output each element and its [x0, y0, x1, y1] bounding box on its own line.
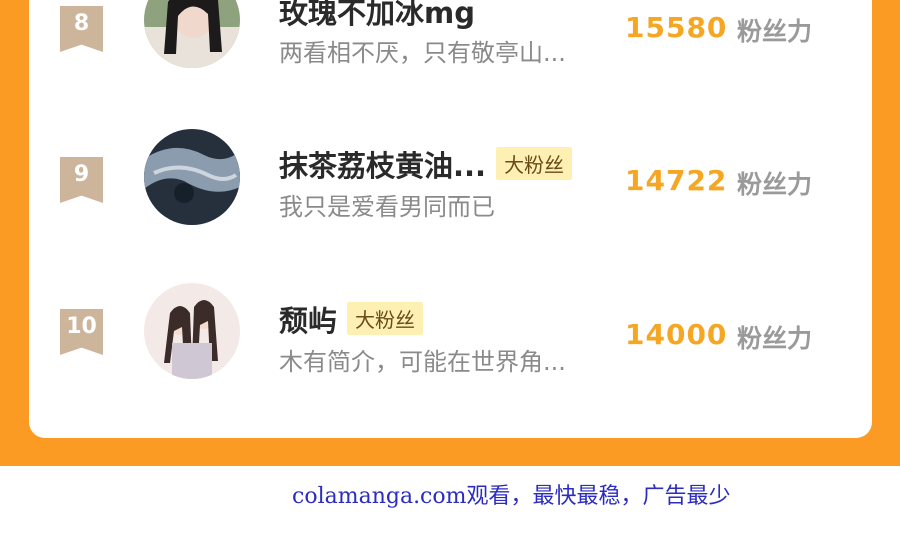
user-bio: 木有简介，可能在世界角... — [279, 348, 566, 376]
fan-power-score: 14000 — [625, 318, 728, 351]
user-name[interactable]: 抹茶荔枝黄油... 大粉丝 — [279, 143, 573, 185]
user-name-text[interactable]: 颓屿 — [279, 304, 337, 338]
fan-power-unit: 粉丝力 — [737, 17, 813, 46]
avatar[interactable] — [144, 129, 240, 225]
rank-ribbon: 9 — [60, 157, 103, 203]
fan-power-unit: 粉丝力 — [737, 170, 813, 199]
leaderboard-row[interactable]: 10 颓屿 大粉丝 木有简介，可能在世界角... 14000 粉丝力 — [29, 280, 872, 390]
rank-ribbon: 10 — [60, 309, 103, 355]
avatar[interactable] — [144, 0, 240, 68]
user-name[interactable]: 玫瑰不加冰mg — [279, 0, 475, 32]
fan-power-score: 15580 — [625, 11, 728, 44]
watermark-footer-text: colamanga.com观看，最快最稳，广告最少 — [292, 484, 731, 509]
leaderboard-card: 8 玫瑰不加冰mg 两看相不厌，只有敬亭山... 15580 粉丝力 9 抹茶荔… — [29, 0, 872, 438]
user-bio: 两看相不厌，只有敬亭山... — [279, 39, 566, 67]
leaderboard-row[interactable]: 9 抹茶荔枝黄油... 大粉丝 我只是爱看男同而已 14722 粉丝力 — [29, 125, 872, 235]
user-name-text[interactable]: 抹茶荔枝黄油... — [279, 149, 486, 183]
leaderboard-row[interactable]: 8 玫瑰不加冰mg 两看相不厌，只有敬亭山... 15580 粉丝力 — [29, 0, 872, 80]
rank-ribbon: 8 — [60, 6, 103, 52]
avatar[interactable] — [144, 283, 240, 379]
fan-power-unit: 粉丝力 — [737, 324, 813, 353]
fan-badge: 大粉丝 — [496, 147, 573, 180]
fan-badge: 大粉丝 — [347, 302, 424, 335]
user-name[interactable]: 颓屿 大粉丝 — [279, 298, 424, 340]
fan-power-score: 14722 — [625, 164, 728, 197]
user-bio: 我只是爱看男同而已 — [279, 193, 495, 221]
